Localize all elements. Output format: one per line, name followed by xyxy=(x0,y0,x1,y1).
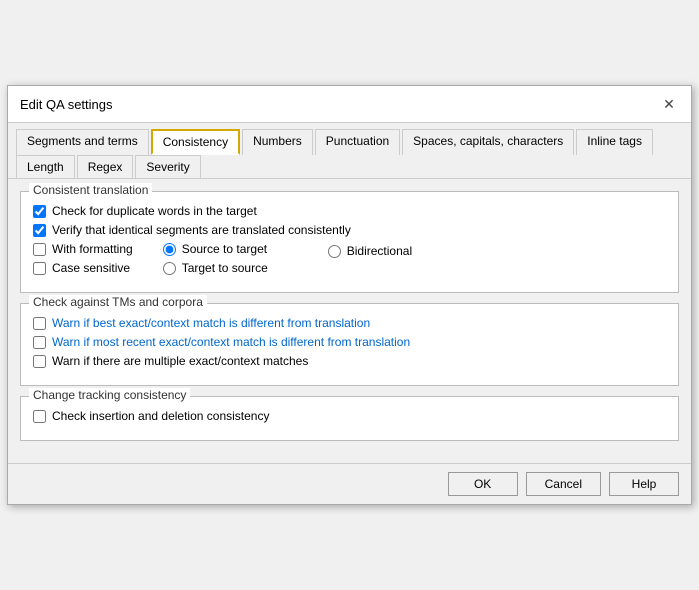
ok-button[interactable]: OK xyxy=(448,472,518,496)
dialog-title: Edit QA settings xyxy=(20,97,113,112)
radio-bidirectional-label: Bidirectional xyxy=(347,244,412,258)
checkbox-row-with-formatting: With formatting xyxy=(33,242,133,256)
tab-segments[interactable]: Segments and terms xyxy=(16,129,149,155)
consistent-translation-label: Consistent translation xyxy=(29,183,152,197)
checkbox-row-best-exact: Warn if best exact/context match is diff… xyxy=(33,316,666,330)
checkbox-multiple-matches[interactable] xyxy=(33,355,46,368)
tab-length[interactable]: Length xyxy=(16,155,75,178)
checkbox-row-case-sensitive: Case sensitive xyxy=(33,261,133,275)
tab-inline[interactable]: Inline tags xyxy=(576,129,653,155)
tab-content: Consistent translation Check for duplica… xyxy=(8,179,691,463)
checkbox-row-identical-segments: Verify that identical segments are trans… xyxy=(33,223,666,237)
close-button[interactable]: ✕ xyxy=(659,94,679,114)
radio-row-target-to-source: Target to source xyxy=(163,261,268,275)
consistent-translation-content: Check for duplicate words in the target … xyxy=(33,204,666,280)
checkbox-identical-segments-label: Verify that identical segments are trans… xyxy=(52,223,351,237)
check-tms-content: Warn if best exact/context match is diff… xyxy=(33,316,666,368)
consistent-translation-group: Consistent translation Check for duplica… xyxy=(20,191,679,293)
radio-row-source-to-target: Source to target xyxy=(163,242,268,256)
checkbox-insertion-deletion-label: Check insertion and deletion consistency xyxy=(52,409,269,423)
change-tracking-group: Change tracking consistency Check insert… xyxy=(20,396,679,441)
tab-numbers[interactable]: Numbers xyxy=(242,129,313,155)
checkbox-row-dup-words: Check for duplicate words in the target xyxy=(33,204,666,218)
radio-target-to-source-label: Target to source xyxy=(182,261,268,275)
cancel-button[interactable]: Cancel xyxy=(526,472,601,496)
change-tracking-label: Change tracking consistency xyxy=(29,388,190,402)
checkbox-with-formatting[interactable] xyxy=(33,243,46,256)
tab-severity[interactable]: Severity xyxy=(135,155,200,178)
tab-punctuation[interactable]: Punctuation xyxy=(315,129,400,155)
title-bar: Edit QA settings ✕ xyxy=(8,86,691,123)
checkbox-dup-words[interactable] xyxy=(33,205,46,218)
radio-source-to-target-label: Source to target xyxy=(182,242,267,256)
checkbox-row-most-recent: Warn if most recent exact/context match … xyxy=(33,335,666,349)
checkbox-row-multiple: Warn if there are multiple exact/context… xyxy=(33,354,666,368)
radio-row-bidirectional: Bidirectional xyxy=(328,244,412,258)
radio-source-to-target[interactable] xyxy=(163,243,176,256)
checkbox-best-exact[interactable] xyxy=(33,317,46,330)
radio-target-to-source[interactable] xyxy=(163,262,176,275)
dialog-footer: OK Cancel Help xyxy=(8,463,691,504)
checkbox-dup-words-label: Check for duplicate words in the target xyxy=(52,204,257,218)
checkbox-identical-segments[interactable] xyxy=(33,224,46,237)
checkbox-multiple-matches-label: Warn if there are multiple exact/context… xyxy=(52,354,308,368)
tab-bar: Segments and terms Consistency Numbers P… xyxy=(8,123,691,179)
tab-regex[interactable]: Regex xyxy=(77,155,134,178)
checkbox-best-exact-label: Warn if best exact/context match is diff… xyxy=(52,316,370,330)
help-button[interactable]: Help xyxy=(609,472,679,496)
checkbox-most-recent[interactable] xyxy=(33,336,46,349)
checkbox-with-formatting-label: With formatting xyxy=(52,242,133,256)
tab-consistency[interactable]: Consistency xyxy=(151,129,240,155)
checkbox-most-recent-label: Warn if most recent exact/context match … xyxy=(52,335,410,349)
change-tracking-content: Check insertion and deletion consistency xyxy=(33,409,666,423)
checkbox-row-insertion-deletion: Check insertion and deletion consistency xyxy=(33,409,666,423)
tab-spaces[interactable]: Spaces, capitals, characters xyxy=(402,129,574,155)
check-tms-label: Check against TMs and corpora xyxy=(29,295,207,309)
check-tms-group: Check against TMs and corpora Warn if be… xyxy=(20,303,679,386)
checkbox-case-sensitive[interactable] xyxy=(33,262,46,275)
checkbox-case-sensitive-label: Case sensitive xyxy=(52,261,130,275)
radio-bidirectional[interactable] xyxy=(328,245,341,258)
dialog: Edit QA settings ✕ Segments and terms Co… xyxy=(7,85,692,505)
checkbox-insertion-deletion[interactable] xyxy=(33,410,46,423)
